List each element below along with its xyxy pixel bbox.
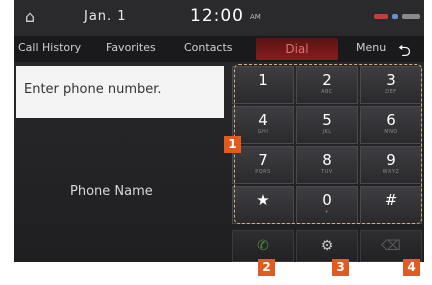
status-time: 12:00 (190, 6, 244, 26)
callout-2: 2 (258, 259, 275, 276)
tab-menu[interactable]: Menu (356, 41, 386, 54)
key-4[interactable]: 4 GHI (232, 106, 294, 144)
phone-number-field[interactable]: Enter phone number. (16, 66, 224, 118)
key-7[interactable]: 7 PQRS (232, 146, 294, 184)
status-time-suffix: AM (250, 13, 261, 21)
key-hash[interactable]: # (360, 186, 422, 224)
key-5[interactable]: 5 JKL (296, 106, 358, 144)
phone-name: Phone Name (70, 184, 153, 199)
key-8[interactable]: 8 TUV (296, 146, 358, 184)
callout-1: 1 (224, 136, 241, 153)
home-icon[interactable]: ⌂ (20, 8, 40, 26)
key-2[interactable]: 2 ABC (296, 66, 358, 104)
key-6[interactable]: 6 MNO (360, 106, 422, 144)
delete-icon: ⌫ (381, 238, 401, 254)
back-icon[interactable]: ⮌ (398, 40, 411, 67)
phone-screen: ⌂ Jan. 1 12:00 AM Call History Favorites… (14, 0, 424, 262)
settings-button[interactable]: ⚙ (296, 230, 358, 262)
delete-button[interactable]: ⌫ (360, 230, 422, 262)
tab-favorites[interactable]: Favorites (106, 41, 156, 54)
key-star[interactable]: ★ (232, 186, 294, 224)
key-1[interactable]: 1 (232, 66, 294, 104)
phone-tabs: Call History Favorites Contacts Dial Men… (14, 36, 424, 62)
tab-dial[interactable]: Dial (256, 38, 338, 60)
call-button[interactable]: ✆ (232, 230, 294, 262)
status-date: Jan. 1 (84, 9, 127, 24)
tab-contacts[interactable]: Contacts (184, 41, 233, 54)
call-icon: ✆ (257, 238, 269, 254)
status-bar: ⌂ Jan. 1 12:00 AM (14, 0, 424, 34)
dial-keypad: 1 2 ABC 3 DEF 4 GHI 5 JKL 6 MNO 7 PQRS 8 TUV 9W… (232, 66, 424, 226)
callout-4: 4 (403, 259, 420, 276)
callout-3: 3 (332, 259, 349, 276)
settings-icon: ⚙ (320, 238, 334, 254)
key-3[interactable]: 3 DEF (360, 66, 422, 104)
key-0[interactable]: 0 + (296, 186, 358, 224)
tab-call-history[interactable]: Call History (18, 41, 81, 54)
key-9[interactable]: 9 WXYZ (360, 146, 422, 184)
phone-number-placeholder: Enter phone number. (24, 82, 162, 97)
